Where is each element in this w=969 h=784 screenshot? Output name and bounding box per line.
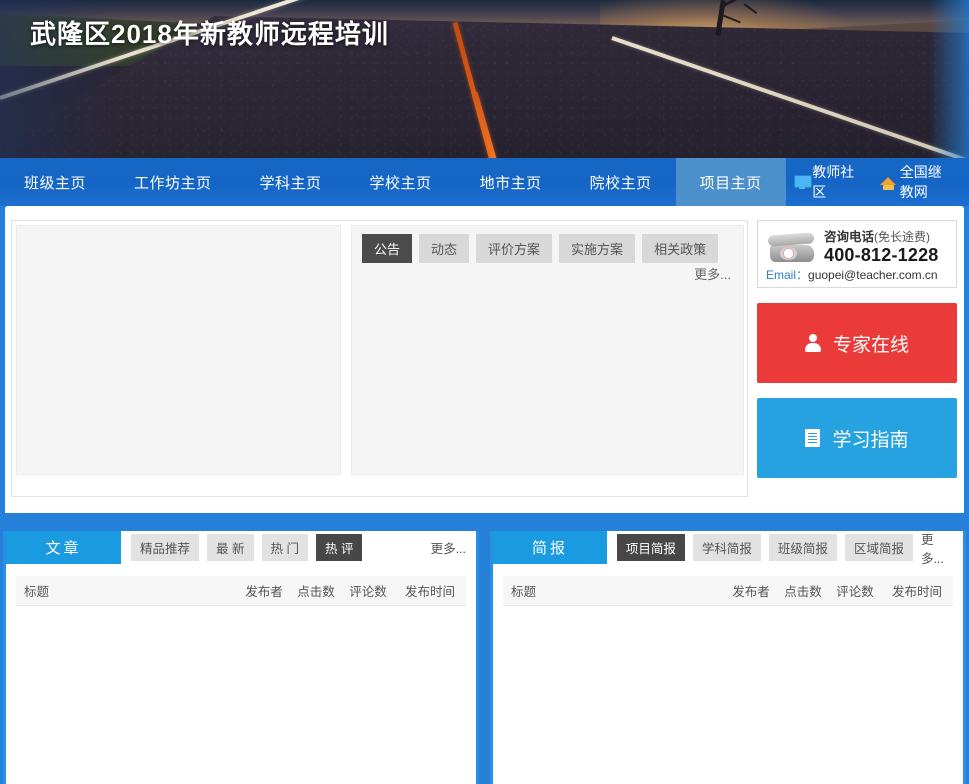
nav-right-links: 教师社区 全国继教网 (786, 158, 969, 206)
study-guide-button[interactable]: 学习指南 (757, 398, 957, 478)
column-header-publisher: 发布者 (245, 585, 283, 599)
articles-panel-header: 文章 精品推荐 最 新 热 门 热 评 更多... (6, 531, 476, 564)
column-header-comments: 评论数 (836, 585, 874, 599)
contact-email-value[interactable]: guopei@teacher.com.cn (808, 268, 938, 282)
articles-panel: 文章 精品推荐 最 新 热 门 热 评 更多... 标题 发布者 点击数 评论数… (3, 531, 479, 784)
content-panel: 公告 动态 评价方案 实施方案 相关政策 更多... (11, 220, 748, 497)
right-sidebar: 咨询电话(免长途费) 400-812-1228 Email：guopei@tea… (757, 220, 957, 478)
nav-item-workshop-home[interactable]: 工作坊主页 (110, 158, 236, 206)
tab-most-commented[interactable]: 热 评 (315, 534, 363, 561)
nav-link-teacher-community[interactable]: 教师社区 (786, 162, 865, 202)
tab-implementation-plan[interactable]: 实施方案 (559, 234, 636, 263)
tab-announcement[interactable]: 公告 (362, 234, 413, 263)
banner-right-vignette (929, 0, 969, 158)
document-icon (805, 429, 821, 447)
telephone-dial (780, 247, 797, 260)
tab-region-briefing[interactable]: 区域简报 (844, 534, 913, 561)
articles-table-header: 标题 发布者 点击数 评论数 发布时间 (16, 576, 466, 606)
contact-email-row: Email：guopei@teacher.com.cn (766, 266, 938, 283)
announcement-placeholder: 公告 动态 评价方案 实施方案 相关政策 更多... (351, 225, 744, 475)
tab-subject-briefing[interactable]: 学科简报 (692, 534, 761, 561)
articles-more-link[interactable]: 更多... (431, 538, 476, 557)
tab-popular[interactable]: 热 门 (261, 534, 308, 561)
tab-evaluation-plan[interactable]: 评价方案 (476, 234, 553, 263)
articles-panel-tabs: 精品推荐 最 新 热 门 热 评 更多... (121, 531, 476, 564)
nav-link-national-education-network[interactable]: 全国继教网 (872, 162, 963, 202)
column-header-clicks: 点击数 (297, 585, 335, 599)
tab-news[interactable]: 动态 (419, 234, 470, 263)
articles-panel-title: 文章 (6, 531, 121, 564)
column-header-title: 标题 (24, 585, 50, 599)
column-header-comments: 评论数 (349, 585, 387, 599)
contact-phone-note: (免长途费) (874, 230, 931, 244)
nav-item-subject-home[interactable]: 学科主页 (236, 158, 346, 206)
bottom-panels: 文章 精品推荐 最 新 热 门 热 评 更多... 标题 发布者 点击数 评论数… (0, 531, 969, 784)
telephone-icon (766, 229, 818, 265)
nav-link-label: 教师社区 (812, 164, 855, 200)
briefings-table-body (493, 606, 963, 776)
column-header-publish-time: 发布时间 (891, 585, 942, 599)
briefings-table-header: 标题 发布者 点击数 评论数 发布时间 (503, 576, 953, 606)
contact-phone-number: 400-812-1228 (824, 245, 939, 265)
nav-item-city-home[interactable]: 地市主页 (456, 158, 566, 206)
contact-email-label: Email： (766, 268, 809, 282)
media-placeholder (16, 225, 341, 475)
tab-newest[interactable]: 最 新 (207, 534, 254, 561)
expert-online-button[interactable]: 专家在线 (757, 303, 957, 383)
briefings-panel-header: 简报 项目简报 学科简报 班级简报 区域简报 更多... (493, 531, 963, 567)
contact-info-box: 咨询电话(免长途费) 400-812-1228 Email：guopei@tea… (757, 220, 957, 288)
study-guide-label: 学习指南 (832, 429, 909, 451)
banner-title: 武隆区2018年新教师远程培训 (30, 19, 389, 49)
nav-item-class-home[interactable]: 班级主页 (0, 158, 110, 206)
tab-class-briefing[interactable]: 班级简报 (768, 534, 837, 561)
column-header-title: 标题 (511, 585, 537, 599)
briefings-panel: 简报 项目简报 学科简报 班级简报 区域简报 更多... 标题 发布者 点击数 … (490, 531, 966, 784)
briefings-panel-tabs: 项目简报 学科简报 班级简报 区域简报 更多... (607, 531, 963, 567)
main-content-card: 公告 动态 评价方案 实施方案 相关政策 更多... 咨询电话(免长途费) 40… (5, 206, 964, 513)
briefings-more-link[interactable]: 更多... (921, 531, 963, 567)
site-banner: 武隆区2018年新教师远程培训 (0, 0, 969, 158)
announcement-more-link[interactable]: 更多... (694, 264, 731, 283)
nav-item-project-home[interactable]: 项目主页 (675, 158, 786, 206)
contact-phone-label-text: 咨询电话 (824, 230, 875, 244)
expert-online-label: 专家在线 (832, 334, 909, 356)
nav-item-school-home[interactable]: 学校主页 (346, 158, 456, 206)
tab-featured-recommend[interactable]: 精品推荐 (131, 534, 200, 561)
column-header-clicks: 点击数 (784, 585, 822, 599)
contact-phone-label: 咨询电话(免长途费) (824, 226, 939, 245)
person-icon (804, 334, 821, 352)
main-navigation: 班级主页 工作坊主页 学科主页 学校主页 地市主页 院校主页 项目主页 教师社区… (0, 158, 969, 206)
briefings-panel-title: 简报 (493, 531, 607, 564)
monitor-icon (793, 175, 812, 189)
nav-item-college-home[interactable]: 院校主页 (566, 158, 676, 206)
column-header-publisher: 发布者 (732, 585, 770, 599)
column-header-publish-time: 发布时间 (404, 585, 455, 599)
articles-table-body (6, 606, 476, 776)
contact-text-group: 咨询电话(免长途费) 400-812-1228 (824, 226, 939, 266)
tab-related-policy[interactable]: 相关政策 (642, 234, 719, 263)
house-icon (880, 175, 897, 190)
nav-link-label: 全国继教网 (899, 164, 942, 200)
announcement-tabs: 公告 动态 评价方案 实施方案 相关政策 (362, 234, 719, 263)
tab-project-briefing[interactable]: 项目简报 (616, 534, 685, 561)
